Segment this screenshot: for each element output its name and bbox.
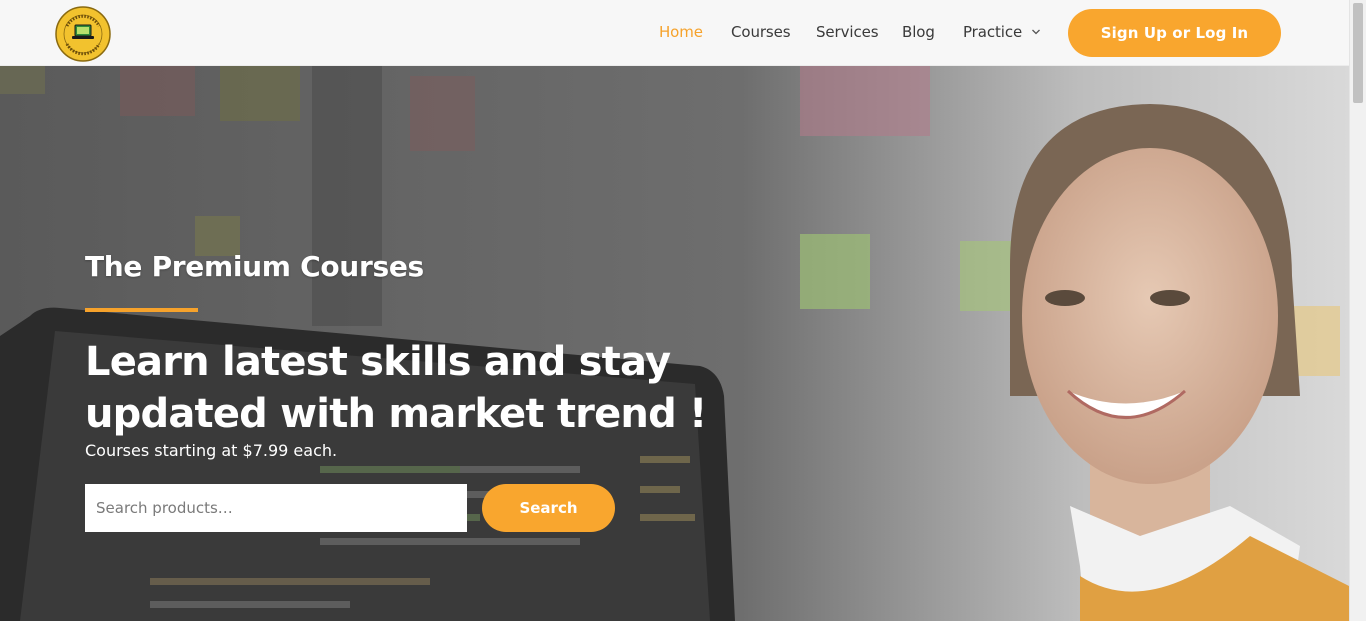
hero-divider xyxy=(85,308,198,312)
hero-section: The Premium Courses Learn latest skills … xyxy=(0,66,1349,621)
signup-login-button[interactable]: Sign Up or Log In xyxy=(1068,9,1281,57)
site-header: Home Courses Services Blog Practice Sign… xyxy=(0,0,1349,66)
nav-courses[interactable]: Courses xyxy=(731,23,791,41)
nav-services[interactable]: Services xyxy=(816,23,879,41)
nav-blog[interactable]: Blog xyxy=(902,23,935,41)
hero-eyebrow: The Premium Courses xyxy=(85,250,424,283)
scrollbar-thumb[interactable] xyxy=(1353,3,1363,103)
nav-home[interactable]: Home xyxy=(659,23,703,41)
hero-heading: Learn latest skills and stay updated wit… xyxy=(85,339,707,437)
hero-subtext: Courses starting at $7.99 each. xyxy=(85,441,338,460)
chevron-down-icon[interactable] xyxy=(1031,28,1041,36)
search-button[interactable]: Search xyxy=(482,484,615,532)
product-search-input[interactable] xyxy=(85,484,467,532)
page-scrollbar[interactable] xyxy=(1349,0,1366,621)
nav-practice[interactable]: Practice xyxy=(963,23,1022,41)
